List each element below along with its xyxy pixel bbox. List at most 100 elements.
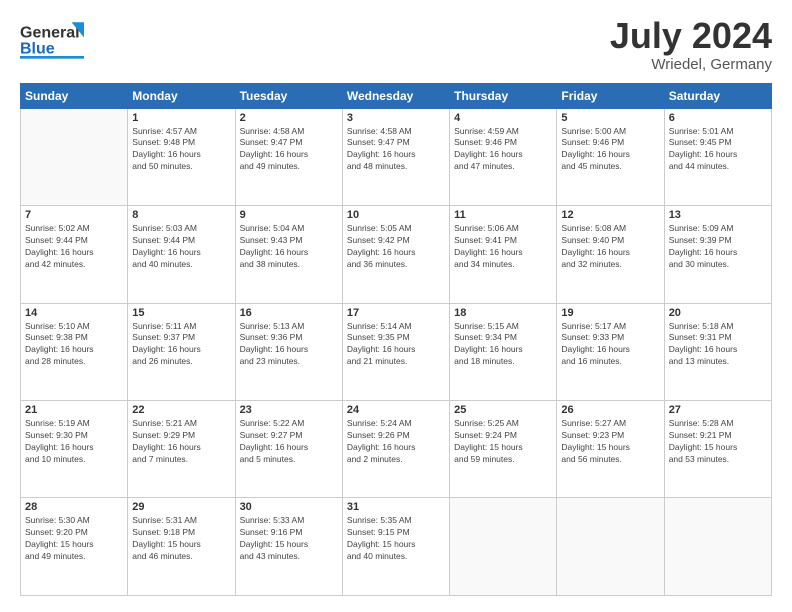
- table-row: 7 Sunrise: 5:02 AMSunset: 9:44 PMDaylight…: [21, 206, 128, 303]
- day-number: 18: [454, 307, 552, 319]
- table-row: 8 Sunrise: 5:03 AMSunset: 9:44 PMDaylight…: [128, 206, 235, 303]
- table-row: 27 Sunrise: 5:28 AMSunset: 9:21 PMDayligh…: [664, 401, 771, 498]
- day-number: 9: [240, 209, 338, 221]
- table-row: 18 Sunrise: 5:15 AMSunset: 9:34 PMDayligh…: [450, 303, 557, 400]
- table-row: 2 Sunrise: 4:58 AMSunset: 9:47 PMDaylight…: [235, 108, 342, 205]
- day-number: 29: [132, 501, 230, 513]
- day-info: Sunrise: 5:01 AMSunset: 9:45 PMDaylight:…: [669, 126, 767, 174]
- table-row: 15Sunrise: 5:11 AMSunset: 9:37 PMDayligh…: [128, 303, 235, 400]
- table-row: 24 Sunrise: 5:24 AMSunset: 9:26 PMDayligh…: [342, 401, 449, 498]
- table-row: [450, 498, 557, 596]
- table-row: 23Sunrise: 5:22 AMSunset: 9:27 PMDayligh…: [235, 401, 342, 498]
- day-info: Sunrise: 4:58 AMSunset: 9:47 PMDaylight:…: [347, 126, 445, 174]
- day-number: 23: [240, 404, 338, 416]
- calendar-week-row: 14Sunrise: 5:10 AMSunset: 9:38 PMDayligh…: [21, 303, 772, 400]
- day-number: 3: [347, 112, 445, 124]
- day-info: Sunrise: 5:06 AMSunset: 9:41 PMDaylight:…: [454, 223, 552, 271]
- day-info: Sunrise: 5:08 AMSunset: 9:40 PMDaylight:…: [561, 223, 659, 271]
- calendar-header-row: Sunday Monday Tuesday Wednesday Thursday…: [21, 83, 772, 108]
- day-number: 2: [240, 112, 338, 124]
- col-saturday: Saturday: [664, 83, 771, 108]
- day-number: 31: [347, 501, 445, 513]
- table-row: 1Sunrise: 4:57 AMSunset: 9:48 PMDaylight…: [128, 108, 235, 205]
- day-number: 28: [25, 501, 123, 513]
- day-number: 20: [669, 307, 767, 319]
- day-number: 5: [561, 112, 659, 124]
- day-info: Sunrise: 5:02 AMSunset: 9:44 PMDaylight:…: [25, 223, 123, 271]
- table-row: 4Sunrise: 4:59 AMSunset: 9:46 PMDaylight…: [450, 108, 557, 205]
- day-number: 24: [347, 404, 445, 416]
- table-row: [664, 498, 771, 596]
- day-info: Sunrise: 5:11 AMSunset: 9:37 PMDaylight:…: [132, 321, 230, 369]
- table-row: [21, 108, 128, 205]
- svg-text:General: General: [20, 24, 80, 41]
- day-number: 26: [561, 404, 659, 416]
- table-row: 17 Sunrise: 5:14 AMSunset: 9:35 PMDayligh…: [342, 303, 449, 400]
- table-row: 14Sunrise: 5:10 AMSunset: 9:38 PMDayligh…: [21, 303, 128, 400]
- day-number: 21: [25, 404, 123, 416]
- calendar-week-row: 1Sunrise: 4:57 AMSunset: 9:48 PMDaylight…: [21, 108, 772, 205]
- day-number: 7: [25, 209, 123, 221]
- logo: General Blue: [20, 16, 100, 64]
- day-info: Sunrise: 5:19 AMSunset: 9:30 PMDaylight:…: [25, 418, 123, 466]
- day-number: 19: [561, 307, 659, 319]
- day-number: 11: [454, 209, 552, 221]
- day-info: Sunrise: 5:18 AMSunset: 9:31 PMDaylight:…: [669, 321, 767, 369]
- day-number: 25: [454, 404, 552, 416]
- table-row: 13Sunrise: 5:09 AMSunset: 9:39 PMDayligh…: [664, 206, 771, 303]
- table-row: 9Sunrise: 5:04 AMSunset: 9:43 PMDaylight…: [235, 206, 342, 303]
- table-row: 21 Sunrise: 5:19 AMSunset: 9:30 PMDayligh…: [21, 401, 128, 498]
- day-number: 10: [347, 209, 445, 221]
- table-row: 16 Sunrise: 5:13 AMSunset: 9:36 PMDayligh…: [235, 303, 342, 400]
- day-number: 16: [240, 307, 338, 319]
- table-row: 25 Sunrise: 5:25 AMSunset: 9:24 PMDayligh…: [450, 401, 557, 498]
- day-number: 4: [454, 112, 552, 124]
- day-info: Sunrise: 5:28 AMSunset: 9:21 PMDaylight:…: [669, 418, 767, 466]
- col-sunday: Sunday: [21, 83, 128, 108]
- day-info: Sunrise: 5:25 AMSunset: 9:24 PMDaylight:…: [454, 418, 552, 466]
- day-info: Sunrise: 5:35 AMSunset: 9:15 PMDaylight:…: [347, 515, 445, 563]
- calendar-table: Sunday Monday Tuesday Wednesday Thursday…: [20, 83, 772, 596]
- day-info: Sunrise: 5:13 AMSunset: 9:36 PMDaylight:…: [240, 321, 338, 369]
- table-row: 20 Sunrise: 5:18 AMSunset: 9:31 PMDayligh…: [664, 303, 771, 400]
- table-row: 6 Sunrise: 5:01 AMSunset: 9:45 PMDaylight…: [664, 108, 771, 205]
- day-info: Sunrise: 5:05 AMSunset: 9:42 PMDaylight:…: [347, 223, 445, 271]
- table-row: 19 Sunrise: 5:17 AMSunset: 9:33 PMDayligh…: [557, 303, 664, 400]
- logo-svg: General Blue: [20, 16, 100, 64]
- calendar-week-row: 28Sunrise: 5:30 AMSunset: 9:20 PMDayligh…: [21, 498, 772, 596]
- day-info: Sunrise: 5:14 AMSunset: 9:35 PMDaylight:…: [347, 321, 445, 369]
- table-row: 12 Sunrise: 5:08 AMSunset: 9:40 PMDayligh…: [557, 206, 664, 303]
- day-info: Sunrise: 5:24 AMSunset: 9:26 PMDaylight:…: [347, 418, 445, 466]
- svg-text:Blue: Blue: [20, 40, 55, 57]
- title-block: July 2024 Wriedel, Germany: [610, 16, 772, 73]
- table-row: 28Sunrise: 5:30 AMSunset: 9:20 PMDayligh…: [21, 498, 128, 596]
- day-number: 27: [669, 404, 767, 416]
- table-row: 3 Sunrise: 4:58 AMSunset: 9:47 PMDaylight…: [342, 108, 449, 205]
- day-number: 14: [25, 307, 123, 319]
- day-number: 12: [561, 209, 659, 221]
- page: General Blue July 2024 Wriedel, Germany …: [0, 0, 792, 612]
- month-year: July 2024: [610, 16, 772, 56]
- calendar-week-row: 7 Sunrise: 5:02 AMSunset: 9:44 PMDaylight…: [21, 206, 772, 303]
- day-number: 1: [132, 112, 230, 124]
- table-row: 30Sunrise: 5:33 AMSunset: 9:16 PMDayligh…: [235, 498, 342, 596]
- day-info: Sunrise: 5:21 AMSunset: 9:29 PMDaylight:…: [132, 418, 230, 466]
- day-info: Sunrise: 5:31 AMSunset: 9:18 PMDaylight:…: [132, 515, 230, 563]
- table-row: 10 Sunrise: 5:05 AMSunset: 9:42 PMDayligh…: [342, 206, 449, 303]
- table-row: [557, 498, 664, 596]
- day-info: Sunrise: 5:03 AMSunset: 9:44 PMDaylight:…: [132, 223, 230, 271]
- day-info: Sunrise: 5:27 AMSunset: 9:23 PMDaylight:…: [561, 418, 659, 466]
- header: General Blue July 2024 Wriedel, Germany: [20, 16, 772, 73]
- day-number: 30: [240, 501, 338, 513]
- day-number: 6: [669, 112, 767, 124]
- col-friday: Friday: [557, 83, 664, 108]
- day-number: 8: [132, 209, 230, 221]
- table-row: 26 Sunrise: 5:27 AMSunset: 9:23 PMDayligh…: [557, 401, 664, 498]
- day-number: 17: [347, 307, 445, 319]
- day-number: 13: [669, 209, 767, 221]
- table-row: 5Sunrise: 5:00 AMSunset: 9:46 PMDaylight…: [557, 108, 664, 205]
- day-info: Sunrise: 5:15 AMSunset: 9:34 PMDaylight:…: [454, 321, 552, 369]
- day-info: Sunrise: 5:17 AMSunset: 9:33 PMDaylight:…: [561, 321, 659, 369]
- table-row: 11 Sunrise: 5:06 AMSunset: 9:41 PMDayligh…: [450, 206, 557, 303]
- day-info: Sunrise: 4:58 AMSunset: 9:47 PMDaylight:…: [240, 126, 338, 174]
